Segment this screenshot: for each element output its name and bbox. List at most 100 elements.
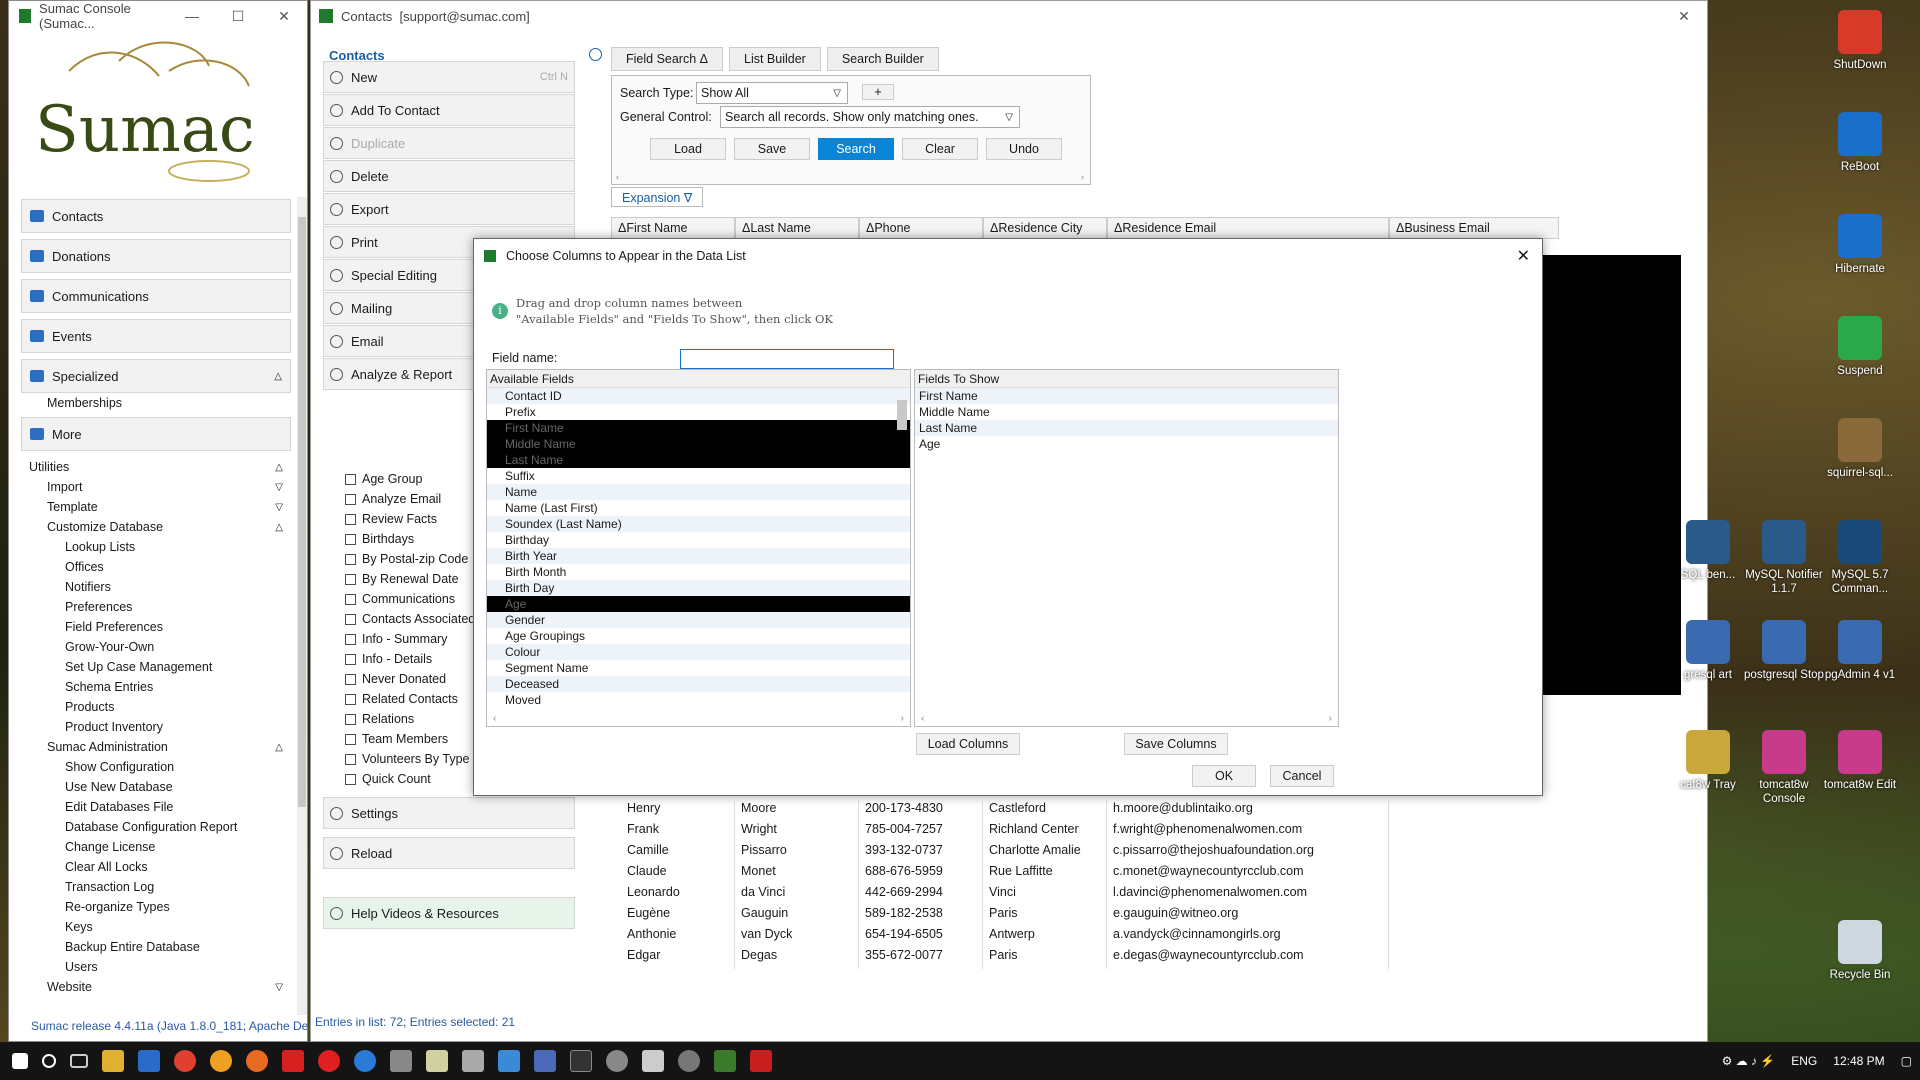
desktop-icon-hibernate[interactable]: Hibernate xyxy=(1820,214,1900,276)
cancel-button[interactable]: Cancel xyxy=(1270,765,1334,787)
action-export[interactable]: Export xyxy=(323,193,575,225)
customize-item[interactable]: Preferences xyxy=(21,597,291,617)
customize-item[interactable]: Field Preferences xyxy=(21,617,291,637)
desktop-icon-tomcat8w-console[interactable]: tomcat8w Console xyxy=(1744,730,1824,806)
close-button[interactable]: ✕ xyxy=(1661,8,1707,25)
tab-1[interactable]: List Builder xyxy=(729,47,821,71)
action-duplicate[interactable]: Duplicate xyxy=(323,127,575,159)
search-hscrollbar[interactable]: ‹ › xyxy=(616,172,1084,182)
show-field[interactable]: Age xyxy=(915,436,1338,452)
search-type-select[interactable]: Show All ▽ xyxy=(696,82,848,104)
action-delete[interactable]: Delete xyxy=(323,160,575,192)
vivaldi-icon[interactable] xyxy=(282,1050,304,1072)
available-field[interactable]: Moved xyxy=(487,692,910,708)
nav-website[interactable]: Website ▽ xyxy=(21,977,291,997)
app-icon[interactable] xyxy=(138,1050,160,1072)
customize-item[interactable]: Notifiers xyxy=(21,577,291,597)
nav-communications[interactable]: Communications xyxy=(21,279,291,313)
tab-0[interactable]: Field Search Δ xyxy=(611,47,723,71)
desktop-icon-sql-ben-[interactable]: SQL ben... xyxy=(1668,520,1748,582)
admin-item[interactable]: Backup Entire Database xyxy=(21,937,291,957)
report-item[interactable]: Related Contacts xyxy=(345,689,458,709)
settings-icon[interactable] xyxy=(678,1050,700,1072)
notifications-icon[interactable]: ▢ xyxy=(1901,1054,1912,1068)
available-field[interactable]: Soundex (Last Name) xyxy=(487,516,910,532)
chrome-icon[interactable] xyxy=(174,1050,196,1072)
available-field[interactable]: Name (Last First) xyxy=(487,500,910,516)
report-item[interactable]: Birthdays xyxy=(345,529,414,549)
table-row[interactable]: Anthonie van Dyck 654-194-6505 Antwerp a.van… xyxy=(611,927,1389,948)
available-field[interactable]: Age Groupings xyxy=(487,628,910,644)
desktop-icon-postgresql-stop[interactable]: postgresql Stop xyxy=(1744,620,1824,682)
report-item[interactable]: Communications xyxy=(345,589,455,609)
admin-item[interactable]: Keys xyxy=(21,917,291,937)
table-row[interactable]: Henry Moore 200-173-4830 Castleford h.moore@… xyxy=(611,801,1389,822)
available-field[interactable]: Birth Day xyxy=(487,580,910,596)
tray-icons[interactable]: ⚙ ☁ ♪ ⚡ xyxy=(1722,1054,1776,1068)
minimize-button[interactable]: — xyxy=(169,8,215,25)
desktop-icon-reboot[interactable]: ReBoot xyxy=(1820,112,1900,174)
available-field[interactable]: Name xyxy=(487,484,910,500)
column-header[interactable]: ΔFirst Name xyxy=(611,217,735,239)
acrobat-icon[interactable] xyxy=(750,1050,772,1072)
nav-memberships[interactable]: Memberships xyxy=(21,393,291,413)
table-row[interactable]: Eugène Gauguin 589-182-2538 Paris e.gauguin@… xyxy=(611,906,1389,927)
desktop-icon-shutdown[interactable]: ShutDown xyxy=(1820,10,1900,72)
utility-item[interactable]: Import ▽ xyxy=(21,477,291,497)
column-header[interactable]: ΔResidence City xyxy=(983,217,1107,239)
selected-rows-block[interactable] xyxy=(1541,255,1681,695)
search-icon[interactable] xyxy=(42,1054,56,1068)
maximize-button[interactable]: ☐ xyxy=(215,8,261,25)
undo-button[interactable]: Undo xyxy=(986,138,1062,160)
available-field[interactable]: Segment Name xyxy=(487,660,910,676)
file-explorer-icon[interactable] xyxy=(102,1050,124,1072)
report-item[interactable]: Age Group xyxy=(345,469,422,489)
dialog-close-button[interactable]: ✕ xyxy=(1517,246,1530,266)
report-item[interactable]: Relations xyxy=(345,709,414,729)
desktop-icon-recycle-bin[interactable]: Recycle Bin xyxy=(1820,920,1900,982)
column-header[interactable]: ΔBusiness Email xyxy=(1389,217,1559,239)
customize-item[interactable]: Set Up Case Management xyxy=(21,657,291,677)
admin-item[interactable]: Use New Database xyxy=(21,777,291,797)
available-field[interactable]: Birth Month xyxy=(487,564,910,580)
report-item[interactable]: Contacts Associated xyxy=(345,609,475,629)
sumac-taskbar-icon[interactable] xyxy=(714,1050,736,1072)
edge-icon[interactable] xyxy=(354,1050,376,1072)
report-item[interactable]: By Postal-zip Code xyxy=(345,549,468,569)
available-field[interactable]: Middle Name xyxy=(487,436,910,452)
ok-button[interactable]: OK xyxy=(1192,765,1256,787)
nav-contacts[interactable]: Contacts xyxy=(21,199,291,233)
customize-item[interactable]: Offices xyxy=(21,557,291,577)
admin-item[interactable]: Clear All Locks xyxy=(21,857,291,877)
report-item[interactable]: Analyze Email xyxy=(345,489,441,509)
reload-button[interactable]: Reload xyxy=(323,837,575,869)
available-field[interactable]: Birth Year xyxy=(487,548,910,564)
help-videos-button[interactable]: Help Videos & Resources xyxy=(323,897,575,929)
load-button[interactable]: Load xyxy=(650,138,726,160)
desktop-icon-squirrel-sql-[interactable]: squirrel-sql... xyxy=(1820,418,1900,480)
available-field[interactable]: Colour xyxy=(487,644,910,660)
terminal-icon[interactable] xyxy=(570,1050,592,1072)
table-row[interactable]: Claude Monet 688-676-5959 Rue Laffitte c.mon… xyxy=(611,864,1389,885)
nav-specialized[interactable]: Specialized △ xyxy=(21,359,291,393)
report-item[interactable]: Volunteers By Type xyxy=(345,749,469,769)
field-name-input[interactable] xyxy=(680,349,894,369)
customize-item[interactable]: Lookup Lists xyxy=(21,537,291,557)
show-field[interactable]: First Name xyxy=(915,388,1338,404)
available-field[interactable]: Prefix xyxy=(487,404,910,420)
report-item[interactable]: Info - Summary xyxy=(345,629,447,649)
notepad-icon[interactable] xyxy=(426,1050,448,1072)
app-icon[interactable] xyxy=(390,1050,412,1072)
clock[interactable]: 12:48 PM xyxy=(1833,1054,1884,1068)
report-item[interactable]: Team Members xyxy=(345,729,448,749)
table-row[interactable]: Frank Wright 785-004-7257 Richland Center f.… xyxy=(611,822,1389,843)
app-icon[interactable] xyxy=(606,1050,628,1072)
tab-2[interactable]: Search Builder xyxy=(826,47,939,71)
desktop-icon-tomcat8w-edit[interactable]: tomcat8w Edit xyxy=(1820,730,1900,792)
expansion-toggle[interactable]: Expansion ∇ xyxy=(611,187,704,207)
admin-item[interactable]: Re-organize Types xyxy=(21,897,291,917)
general-control-select[interactable]: Search all records. Show only matching o… xyxy=(720,106,1020,128)
opera-icon[interactable] xyxy=(318,1050,340,1072)
available-field[interactable]: Birthday xyxy=(487,532,910,548)
admin-item[interactable]: Show Configuration xyxy=(21,757,291,777)
